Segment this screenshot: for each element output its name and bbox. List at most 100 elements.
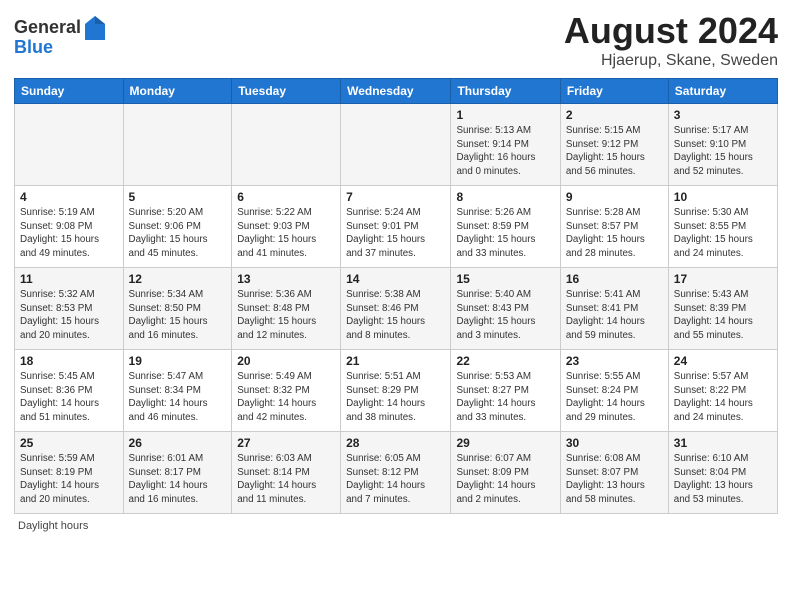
day-info: Sunrise: 6:01 AMSunset: 8:17 PMDaylight:…: [129, 452, 227, 507]
day-number: 20: [237, 354, 335, 368]
day-info: Sunrise: 5:41 AMSunset: 8:41 PMDaylight:…: [566, 288, 663, 343]
calendar-cell: [15, 104, 124, 186]
weekday-header-monday: Monday: [123, 79, 232, 104]
day-info: Sunrise: 5:26 AMSunset: 8:59 PMDaylight:…: [456, 206, 554, 261]
calendar-cell: 24 Sunrise: 5:57 AMSunset: 8:22 PMDayligh…: [668, 350, 777, 432]
calendar-cell: 22Sunrise: 5:53 AMSunset: 8:27 PMDayligh…: [451, 350, 560, 432]
day-info: Sunrise: 6:03 AMSunset: 8:14 PMDaylight:…: [237, 452, 335, 507]
day-number: 25: [20, 436, 118, 450]
page: General Blue August 2024 Hjaerup, Skane,…: [0, 0, 792, 612]
calendar-cell: 12 Sunrise: 5:34 AMSunset: 8:50 PMDayligh…: [123, 268, 232, 350]
calendar-cell: 18Sunrise: 5:45 AMSunset: 8:36 PMDayligh…: [15, 350, 124, 432]
day-number: 7: [346, 190, 445, 204]
day-info: Sunrise: 5:38 AMSunset: 8:46 PMDaylight:…: [346, 288, 445, 343]
day-info: Sunrise: 5:19 AMSunset: 9:08 PMDaylight:…: [20, 206, 118, 261]
calendar-cell: 4 Sunrise: 5:19 AMSunset: 9:08 PMDaylight…: [15, 186, 124, 268]
header: General Blue August 2024 Hjaerup, Skane,…: [14, 10, 778, 70]
weekday-header-saturday: Saturday: [668, 79, 777, 104]
calendar-cell: 3Sunrise: 5:17 AMSunset: 9:10 PMDaylight…: [668, 104, 777, 186]
logo-icon: [83, 14, 107, 42]
day-number: 11: [20, 272, 118, 286]
weekday-header-row: SundayMondayTuesdayWednesdayThursdayFrid…: [15, 79, 778, 104]
calendar-cell: 23 Sunrise: 5:55 AMSunset: 8:24 PMDayligh…: [560, 350, 668, 432]
calendar-cell: 29Sunrise: 6:07 AMSunset: 8:09 PMDayligh…: [451, 432, 560, 514]
day-number: 9: [566, 190, 663, 204]
day-number: 2: [566, 108, 663, 122]
calendar-cell: 7Sunrise: 5:24 AMSunset: 9:01 PMDaylight…: [341, 186, 451, 268]
day-info: Sunrise: 5:15 AMSunset: 9:12 PMDaylight:…: [566, 124, 663, 179]
weekday-header-wednesday: Wednesday: [341, 79, 451, 104]
day-number: 29: [456, 436, 554, 450]
day-number: 18: [20, 354, 118, 368]
calendar-cell: 25 Sunrise: 5:59 AMSunset: 8:19 PMDayligh…: [15, 432, 124, 514]
day-info: Sunrise: 5:13 AMSunset: 9:14 PMDaylight:…: [456, 124, 554, 179]
calendar-cell: 15 Sunrise: 5:40 AMSunset: 8:43 PMDayligh…: [451, 268, 560, 350]
calendar-cell: 6Sunrise: 5:22 AMSunset: 9:03 PMDaylight…: [232, 186, 341, 268]
calendar-cell: 11 Sunrise: 5:32 AMSunset: 8:53 PMDayligh…: [15, 268, 124, 350]
calendar-cell: 9 Sunrise: 5:28 AMSunset: 8:57 PMDaylight…: [560, 186, 668, 268]
day-number: 26: [129, 436, 227, 450]
day-number: 24: [674, 354, 772, 368]
day-number: 27: [237, 436, 335, 450]
calendar-cell: 13Sunrise: 5:36 AMSunset: 8:48 PMDayligh…: [232, 268, 341, 350]
calendar-cell: 21 Sunrise: 5:51 AMSunset: 8:29 PMDayligh…: [341, 350, 451, 432]
week-row-3: 11 Sunrise: 5:32 AMSunset: 8:53 PMDayligh…: [15, 268, 778, 350]
day-number: 23: [566, 354, 663, 368]
day-info: Sunrise: 5:28 AMSunset: 8:57 PMDaylight:…: [566, 206, 663, 261]
day-info: Sunrise: 6:08 AMSunset: 8:07 PMDaylight:…: [566, 452, 663, 507]
logo: General Blue: [14, 14, 107, 58]
calendar-cell: 5 Sunrise: 5:20 AMSunset: 9:06 PMDaylight…: [123, 186, 232, 268]
day-number: 15: [456, 272, 554, 286]
day-info: Sunrise: 6:05 AMSunset: 8:12 PMDaylight:…: [346, 452, 445, 507]
calendar-cell: 27 Sunrise: 6:03 AMSunset: 8:14 PMDayligh…: [232, 432, 341, 514]
calendar-cell: 14Sunrise: 5:38 AMSunset: 8:46 PMDayligh…: [341, 268, 451, 350]
weekday-header-thursday: Thursday: [451, 79, 560, 104]
day-number: 21: [346, 354, 445, 368]
day-info: Sunrise: 6:10 AMSunset: 8:04 PMDaylight:…: [674, 452, 772, 507]
day-number: 1: [456, 108, 554, 122]
day-number: 22: [456, 354, 554, 368]
calendar-cell: [123, 104, 232, 186]
day-number: 5: [129, 190, 227, 204]
week-row-1: 1 Sunrise: 5:13 AMSunset: 9:14 PMDaylight…: [15, 104, 778, 186]
calendar-cell: 1 Sunrise: 5:13 AMSunset: 9:14 PMDaylight…: [451, 104, 560, 186]
day-number: 16: [566, 272, 663, 286]
week-row-2: 4 Sunrise: 5:19 AMSunset: 9:08 PMDaylight…: [15, 186, 778, 268]
weekday-header-tuesday: Tuesday: [232, 79, 341, 104]
calendar-cell: 26 Sunrise: 6:01 AMSunset: 8:17 PMDayligh…: [123, 432, 232, 514]
day-number: 30: [566, 436, 663, 450]
day-number: 4: [20, 190, 118, 204]
subtitle: Hjaerup, Skane, Sweden: [564, 52, 778, 70]
day-number: 8: [456, 190, 554, 204]
day-number: 10: [674, 190, 772, 204]
day-number: 12: [129, 272, 227, 286]
calendar-cell: [341, 104, 451, 186]
day-info: Sunrise: 5:55 AMSunset: 8:24 PMDaylight:…: [566, 370, 663, 425]
calendar-cell: 2 Sunrise: 5:15 AMSunset: 9:12 PMDaylight…: [560, 104, 668, 186]
day-info: Sunrise: 5:20 AMSunset: 9:06 PMDaylight:…: [129, 206, 227, 261]
calendar-cell: [232, 104, 341, 186]
day-info: Sunrise: 5:59 AMSunset: 8:19 PMDaylight:…: [20, 452, 118, 507]
day-info: Sunrise: 5:43 AMSunset: 8:39 PMDaylight:…: [674, 288, 772, 343]
day-info: Sunrise: 5:49 AMSunset: 8:32 PMDaylight:…: [237, 370, 335, 425]
weekday-header-sunday: Sunday: [15, 79, 124, 104]
day-info: Sunrise: 5:40 AMSunset: 8:43 PMDaylight:…: [456, 288, 554, 343]
week-row-4: 18Sunrise: 5:45 AMSunset: 8:36 PMDayligh…: [15, 350, 778, 432]
title-block: August 2024 Hjaerup, Skane, Sweden: [564, 10, 778, 70]
day-number: 31: [674, 436, 772, 450]
logo-general-text: General: [14, 18, 81, 38]
day-info: Sunrise: 5:47 AMSunset: 8:34 PMDaylight:…: [129, 370, 227, 425]
calendar-cell: 8 Sunrise: 5:26 AMSunset: 8:59 PMDaylight…: [451, 186, 560, 268]
day-info: Sunrise: 5:32 AMSunset: 8:53 PMDaylight:…: [20, 288, 118, 343]
calendar-cell: 19Sunrise: 5:47 AMSunset: 8:34 PMDayligh…: [123, 350, 232, 432]
day-info: Sunrise: 5:36 AMSunset: 8:48 PMDaylight:…: [237, 288, 335, 343]
weekday-header-friday: Friday: [560, 79, 668, 104]
day-info: Sunrise: 5:57 AMSunset: 8:22 PMDaylight:…: [674, 370, 772, 425]
day-number: 3: [674, 108, 772, 122]
calendar-cell: 16 Sunrise: 5:41 AMSunset: 8:41 PMDayligh…: [560, 268, 668, 350]
footer-note: Daylight hours: [14, 520, 778, 532]
day-info: Sunrise: 5:51 AMSunset: 8:29 PMDaylight:…: [346, 370, 445, 425]
calendar-cell: 28Sunrise: 6:05 AMSunset: 8:12 PMDayligh…: [341, 432, 451, 514]
day-info: Sunrise: 5:34 AMSunset: 8:50 PMDaylight:…: [129, 288, 227, 343]
calendar-table: SundayMondayTuesdayWednesdayThursdayFrid…: [14, 78, 778, 514]
